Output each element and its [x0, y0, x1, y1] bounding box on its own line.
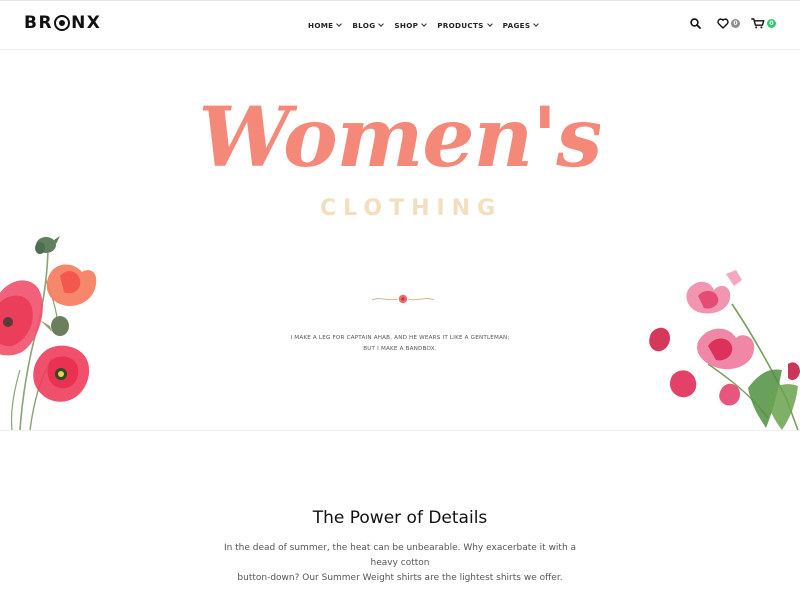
heart-icon — [717, 18, 729, 29]
nav-label: PAGES — [502, 21, 531, 30]
details-section-title: The Power of Details — [312, 508, 488, 528]
nav-item-products[interactable]: PRODUCTS — [437, 21, 493, 30]
search-icon — [690, 18, 701, 29]
chevron-down-icon — [421, 21, 428, 27]
wishlist-count-badge: 0 — [731, 19, 740, 28]
cart-button[interactable]: 0 — [751, 18, 776, 29]
chevron-down-icon — [378, 21, 385, 27]
header-actions: 0 0 — [690, 18, 776, 29]
logo-o-mark — [54, 15, 71, 31]
details-section-body: In the dead of summer, the heat can be u… — [210, 541, 590, 586]
nav-label: SHOP — [394, 21, 419, 30]
search-button[interactable] — [690, 18, 701, 29]
chevron-down-icon — [486, 21, 493, 27]
right-flowers-illustration — [649, 270, 800, 430]
body-line: In the dead of summer, the heat can be u… — [223, 543, 577, 568]
body-line: button-down? Our Summer Weight shirts ar… — [237, 573, 563, 583]
chevron-down-icon — [336, 21, 343, 27]
hero-headline: Women's — [200, 90, 600, 186]
logo-text-end: NX — [71, 13, 102, 33]
cart-count-badge: 0 — [767, 19, 776, 28]
nav-item-blog[interactable]: BLOG — [352, 21, 385, 30]
hero-subheadline: CLOTHING — [320, 196, 503, 221]
headline-text: Women's — [200, 90, 600, 186]
section-divider — [0, 430, 800, 431]
logo-text-start: BR — [24, 13, 54, 33]
nav-item-pages[interactable]: PAGES — [502, 21, 540, 30]
tagline-line: I MAKE A LEG FOR CAPTAIN AHAB, AND HE WE… — [290, 335, 510, 341]
cart-icon — [751, 18, 765, 29]
nav-label: HOME — [308, 21, 334, 30]
nav-label: BLOG — [352, 21, 376, 30]
chevron-down-icon — [533, 21, 540, 27]
left-flowers-illustration — [0, 236, 97, 430]
main-nav: HOME BLOG SHOP PRODUCTS PAGES — [308, 21, 540, 30]
wishlist-button[interactable]: 0 — [717, 18, 740, 29]
site-header: BR NX HOME BLOG SHOP PRODUCTS PAGES 0 0 — [0, 1, 800, 50]
nav-item-shop[interactable]: SHOP — [394, 21, 428, 30]
flower-divider-icon — [371, 294, 435, 304]
hero-tagline: I MAKE A LEG FOR CAPTAIN AHAB, AND HE WE… — [270, 333, 530, 355]
bronx-logo[interactable]: BR NX — [24, 13, 101, 33]
tagline-line: BUT I MAKE A BANDBOX. — [363, 346, 437, 352]
nav-label: PRODUCTS — [437, 21, 484, 30]
nav-item-home[interactable]: HOME — [308, 21, 343, 30]
